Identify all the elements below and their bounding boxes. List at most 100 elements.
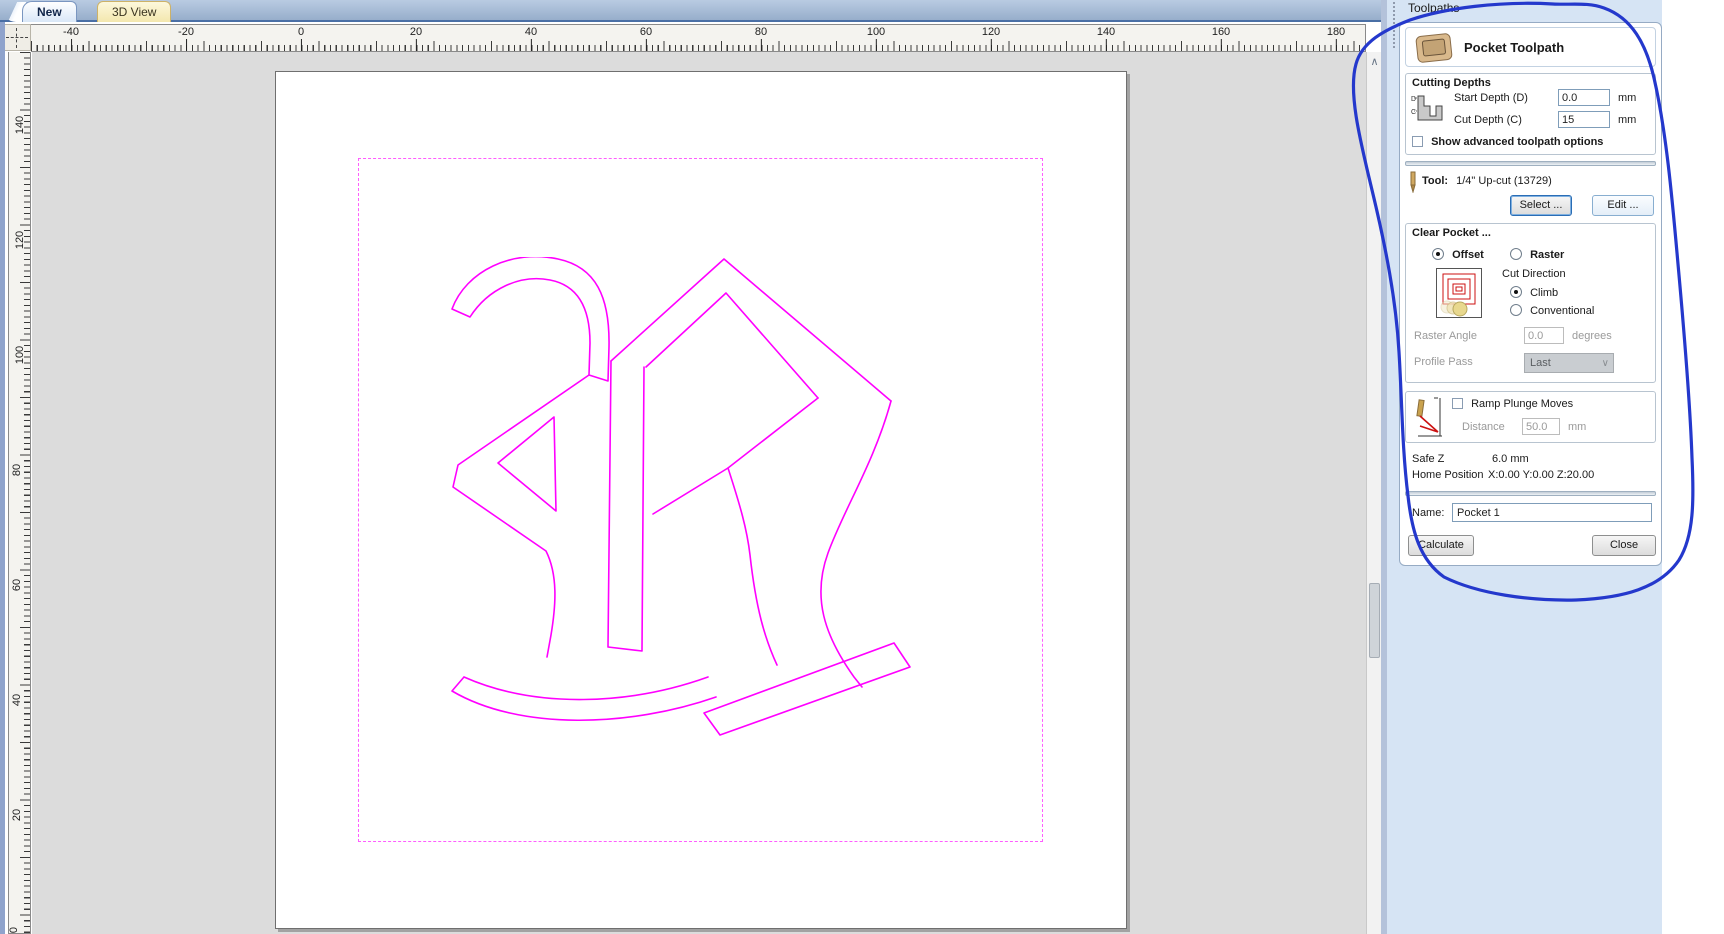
tool-bit-icon (1410, 171, 1416, 193)
toolpaths-panel: Toolpaths Pocket Toolpath Cutting Depths… (1387, 0, 1662, 934)
ruler-number: 140 (14, 115, 27, 135)
cutting-depths-title: Cutting Depths (1412, 77, 1491, 89)
cutting-depths-group: Cutting Depths D C Start Depth (D) mm Cu… (1405, 73, 1656, 155)
chevron-down-icon: ∨ (1601, 358, 1609, 369)
climb-radio[interactable] (1510, 286, 1522, 298)
cutting-depths-icon: D C (1411, 95, 1443, 121)
canvas-scrollbar[interactable]: ∧ (1366, 52, 1381, 934)
tab-3d-view[interactable]: 3D View (97, 1, 172, 22)
ruler-number: 160 (1212, 26, 1230, 51)
profile-pass-value: Last (1530, 357, 1551, 369)
tool-value: 1/4" Up-cut (13729) (1456, 175, 1552, 187)
horizontal-ruler: -40 -20 0 20 40 60 80 100 120 140 160 18… (31, 24, 1366, 52)
conventional-label: Conventional (1530, 305, 1595, 317)
ruler-number: 140 (1097, 26, 1115, 51)
start-depth-input[interactable] (1558, 89, 1610, 106)
ruler-number: 60 (640, 26, 652, 51)
form-header-title: Pocket Toolpath (1464, 39, 1565, 55)
cut-direction-label: Cut Direction (1502, 268, 1566, 280)
ruler-major-ticks (31, 41, 1365, 51)
panel-grip[interactable] (1393, 2, 1395, 48)
section-separator (1405, 491, 1656, 496)
ruler-number: -20 (178, 26, 194, 51)
ruler-number: -40 (63, 26, 79, 51)
close-button[interactable]: Close (1592, 535, 1656, 556)
ruler-number: 180 (1327, 26, 1345, 51)
ruler-origin-corner (2, 24, 31, 51)
ruler-number: 80 (755, 26, 767, 51)
blackletter-r-vector[interactable] (450, 257, 971, 739)
ruler-number: 20 (11, 808, 24, 822)
clear-pocket-group: Clear Pocket ... Offset Raster Cut Direc… (1405, 223, 1656, 383)
profile-pass-label: Profile Pass (1414, 356, 1473, 368)
origin-crosshair-icon (6, 37, 28, 38)
form-header: Pocket Toolpath (1405, 27, 1656, 67)
raster-radio[interactable] (1510, 248, 1522, 260)
tool-select-button[interactable]: Select ... (1510, 195, 1572, 216)
view-tab-bar: New 3D View (0, 0, 1386, 22)
clear-pocket-title: Clear Pocket ... (1412, 227, 1491, 239)
home-position-value: X:0.00 Y:0.00 Z:20.00 (1488, 469, 1595, 481)
name-label: Name: (1412, 507, 1445, 519)
svg-text:C: C (1411, 109, 1416, 116)
ruler-number: 120 (14, 230, 27, 250)
tool-edit-button[interactable]: Edit ... (1592, 195, 1654, 216)
conventional-radio[interactable] (1510, 304, 1522, 316)
tab-new-label: New (37, 5, 62, 19)
toolpath-name-input[interactable] (1452, 503, 1652, 522)
distance-input (1522, 418, 1560, 435)
ruler-number: 100 (867, 26, 885, 51)
start-depth-unit: mm (1618, 92, 1637, 104)
safe-z-label: Safe Z (1412, 453, 1445, 465)
home-position-label: Home Position (1412, 469, 1484, 481)
distance-label: Distance (1462, 421, 1505, 433)
scrollbar-thumb[interactable] (1369, 583, 1380, 658)
pocket-toolpath-icon (1415, 33, 1453, 63)
origin-crosshair-icon (16, 28, 17, 48)
svg-text:D: D (1411, 96, 1416, 103)
ramp-plunge-checkbox[interactable] (1452, 398, 1463, 409)
panel-title: Toolpaths (1408, 1, 1460, 15)
ruler-number: 40 (11, 693, 24, 707)
tab-new[interactable]: New (22, 1, 77, 22)
offset-label: Offset (1452, 249, 1484, 261)
offset-radio[interactable] (1432, 248, 1444, 260)
ruler-number: 40 (525, 26, 537, 51)
window-edge (0, 22, 5, 934)
ruler-number: 80 (11, 463, 24, 477)
profile-pass-dropdown: Last ∨ (1524, 353, 1614, 373)
cut-depth-input[interactable] (1558, 111, 1610, 128)
application-window: New 3D View -40 -20 0 20 40 60 80 100 12… (0, 0, 1724, 934)
safe-z-value: 6.0 mm (1492, 453, 1529, 465)
raster-angle-unit: degrees (1572, 330, 1612, 342)
raster-angle-input (1524, 327, 1564, 344)
ramp-plunge-group: Ramp Plunge Moves Distance mm (1405, 391, 1656, 443)
ruler-number: 100 (14, 345, 27, 365)
offset-pattern-icon (1436, 268, 1482, 318)
ruler-number: 20 (410, 26, 422, 51)
window-background (1662, 0, 1724, 934)
ruler-number: 0 (8, 926, 21, 934)
ruler-number: 120 (982, 26, 1000, 51)
pocket-toolpath-form: Pocket Toolpath Cutting Depths D C Start… (1399, 22, 1662, 566)
scroll-up-icon[interactable]: ∧ (1368, 54, 1381, 70)
raster-angle-label: Raster Angle (1414, 330, 1477, 342)
distance-unit: mm (1568, 421, 1587, 433)
cut-depth-label: Cut Depth (C) (1454, 114, 1522, 126)
tab-3d-view-label: 3D View (112, 5, 157, 19)
section-separator (1405, 161, 1656, 166)
show-advanced-label: Show advanced toolpath options (1431, 136, 1604, 148)
ruler-number: 0 (298, 26, 304, 51)
ruler-number: 60 (11, 578, 24, 592)
drawing-canvas[interactable] (32, 52, 1366, 934)
vertical-ruler: 140 120 100 80 60 40 20 0 (8, 52, 31, 934)
tool-label: Tool: (1422, 175, 1449, 187)
job-material-page[interactable] (275, 71, 1127, 929)
raster-label: Raster (1530, 249, 1565, 261)
show-advanced-checkbox[interactable] (1412, 136, 1423, 147)
cut-depth-unit: mm (1618, 114, 1637, 126)
calculate-button[interactable]: Calculate (1408, 535, 1474, 556)
ramp-plunge-label: Ramp Plunge Moves (1471, 398, 1574, 410)
ruler-major-ticks (20, 52, 30, 933)
climb-label: Climb (1530, 287, 1559, 299)
